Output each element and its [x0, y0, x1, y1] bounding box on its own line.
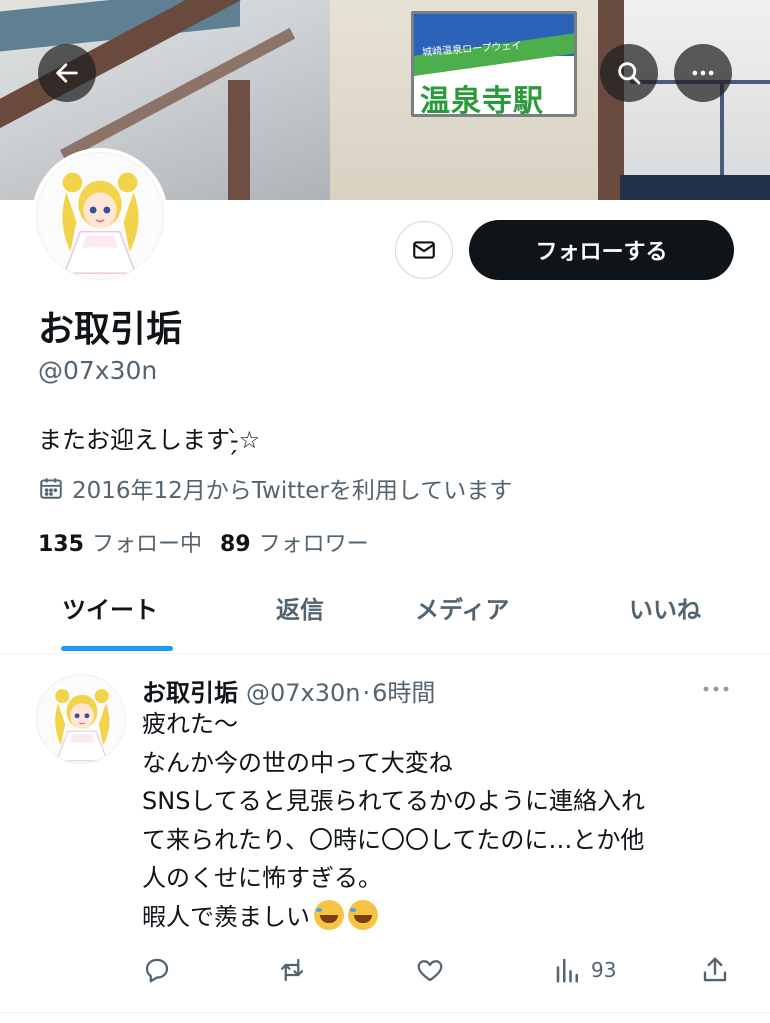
tweet-line: 疲れた〜: [142, 710, 238, 738]
mail-icon: [413, 241, 435, 259]
followers-label: フォロワー: [258, 532, 369, 557]
share-icon: [703, 957, 727, 982]
profile-avatar[interactable]: [32, 148, 168, 284]
tweet-divider: [0, 1012, 770, 1013]
rofl-emoji-icon: [314, 899, 344, 930]
tweet-separator: ·: [362, 679, 371, 707]
tweet-avatar[interactable]: [36, 674, 126, 764]
tweet-header: お取引垢 @07x30n · 6時間: [142, 673, 435, 708]
reply-icon: [145, 958, 169, 983]
follow-button[interactable]: フォローする: [469, 220, 734, 280]
message-button[interactable]: [395, 221, 453, 279]
tab-replies[interactable]: 返信: [276, 590, 324, 625]
arrow-left-icon: [56, 63, 78, 83]
view-count: 93: [591, 958, 617, 982]
retweet-button[interactable]: [277, 955, 307, 985]
banner-post: [228, 80, 250, 200]
follow-stats: 135 フォロー中 89 フォロワー: [38, 526, 369, 558]
station-sign-title: 温泉寺駅: [420, 84, 544, 117]
back-button[interactable]: [38, 44, 96, 102]
tweet-author-handle[interactable]: @07x30n: [246, 679, 361, 707]
tweet-avatar-illustration: [37, 675, 125, 763]
heart-icon: [417, 960, 443, 982]
user-handle: @07x30n: [38, 356, 158, 385]
tweet-author-name[interactable]: お取引垢: [142, 673, 238, 708]
join-date: 2016年12月からTwitterを利用しています: [38, 471, 512, 505]
station-sign: 城崎温泉ロープウェイ 温泉寺駅: [411, 11, 577, 117]
followers-count: 89: [219, 532, 251, 557]
tab-tweets[interactable]: ツイート: [62, 590, 158, 625]
like-button[interactable]: [415, 955, 445, 985]
followers-link[interactable]: 89 フォロワー: [220, 526, 369, 558]
profile-bio: またお迎えします-̗̀☆: [38, 426, 261, 454]
following-link[interactable]: 135 フォロー中: [38, 526, 202, 558]
tweet-actions: 93: [0, 955, 770, 995]
display-name: お取引垢: [38, 309, 183, 350]
more-horizontal-icon: [692, 70, 714, 76]
reply-button[interactable]: [142, 955, 172, 985]
active-tab-indicator: [61, 646, 173, 651]
calendar-icon: [40, 478, 62, 499]
search-icon: [618, 62, 641, 85]
tweet-line: 人のくせに怖すぎる。: [142, 864, 382, 892]
analytics-icon: [556, 958, 578, 983]
tweet-line: SNSしてると見張られてるかのように連絡入れ: [142, 787, 645, 815]
following-label: フォロー中: [91, 532, 202, 557]
more-button[interactable]: [674, 44, 732, 102]
tweet-time[interactable]: 6時間: [372, 673, 435, 708]
tweet[interactable]: お取引垢 @07x30n · 6時間 疲れた〜 なんか今の世の中って大変ね SN…: [0, 655, 770, 1010]
following-count: 135: [38, 532, 84, 557]
share-button[interactable]: [700, 955, 730, 985]
avatar-illustration: [36, 152, 164, 280]
rofl-emoji-icon: [348, 899, 378, 930]
tweet-text: 疲れた〜 なんか今の世の中って大変ね SNSしてると見張られてるかのように連絡入…: [142, 705, 742, 936]
join-date-text: 2016年12月からTwitterを利用しています: [72, 478, 513, 504]
tweet-more-icon[interactable]: [700, 679, 732, 699]
views-button[interactable]: 93: [553, 955, 616, 985]
tweet-line: なんか今の世の中って大変ね: [142, 748, 453, 777]
tweet-line: 暇人で羨ましい: [142, 902, 310, 931]
tab-likes[interactable]: いいね: [629, 590, 701, 625]
retweet-icon: [280, 958, 304, 982]
search-button[interactable]: [600, 44, 658, 102]
banner-floor: [620, 175, 770, 200]
tab-media[interactable]: メディア: [415, 590, 509, 625]
tweet-line: て来られたり、〇時に〇〇してたのに…とか他: [142, 825, 645, 854]
profile-tabs: ツイート 返信 メディア いいね: [0, 570, 770, 654]
